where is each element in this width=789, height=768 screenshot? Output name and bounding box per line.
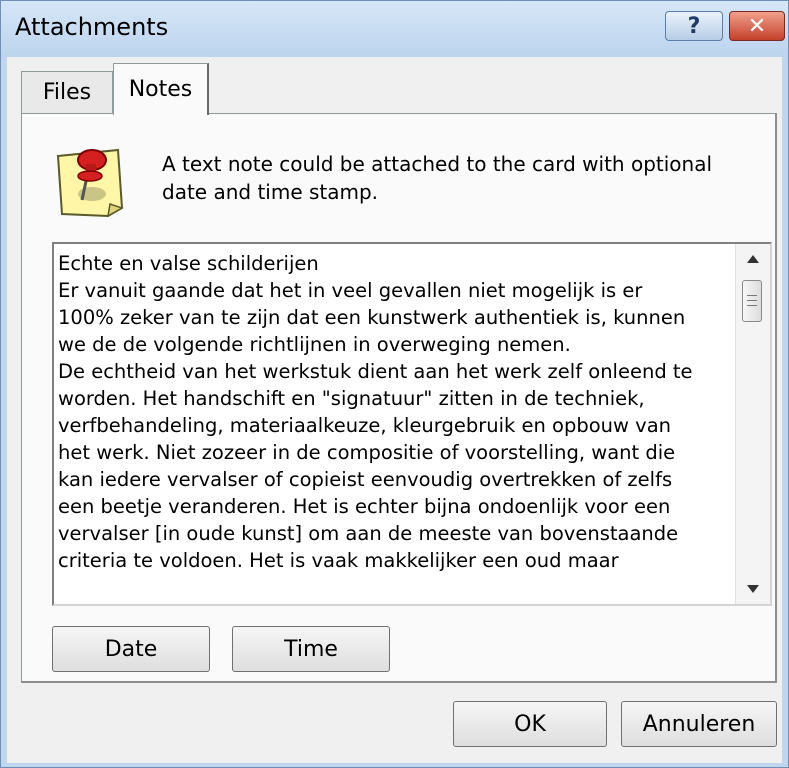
note-text[interactable]: Echte en valse schilderijen Er vanuit ga… [58, 250, 704, 574]
note-textarea[interactable]: Echte en valse schilderijen Er vanuit ga… [52, 242, 772, 606]
close-icon: ✕ [747, 13, 767, 39]
arrow-down-icon [747, 585, 759, 593]
scroll-up-button[interactable] [736, 244, 770, 274]
scroll-thumb[interactable] [742, 280, 762, 322]
notes-description: A text note could be attached to the car… [162, 152, 713, 204]
pinned-note-icon [56, 148, 124, 218]
date-button[interactable]: Date [52, 626, 210, 672]
note-line: Er vanuit gaande dat het in veel gevalle… [58, 279, 686, 356]
time-button[interactable]: Time [232, 626, 390, 672]
vertical-scrollbar[interactable] [735, 244, 770, 604]
title-bar[interactable]: Attachments ? ✕ [1, 1, 788, 57]
window-title: Attachments [15, 13, 169, 41]
tab-notes[interactable]: Notes [113, 63, 209, 115]
scroll-down-button[interactable] [736, 574, 770, 604]
close-button[interactable]: ✕ [729, 11, 785, 41]
note-line: Echte en valse schilderijen [58, 252, 319, 275]
help-icon: ? [687, 13, 701, 39]
dialog-body: Files Notes A text note could be attache… [7, 57, 782, 763]
cancel-button[interactable]: Annuleren [621, 701, 777, 747]
note-line: De echtheid van het werkstuk dient aan h… [58, 360, 693, 572]
attachments-window: Attachments ? ✕ Files Notes A text note … [0, 0, 789, 768]
arrow-up-icon [747, 255, 759, 263]
notes-tab-panel: A text note could be attached to the car… [21, 113, 777, 683]
ok-button[interactable]: OK [453, 701, 607, 747]
tab-files[interactable]: Files [21, 71, 113, 113]
help-button[interactable]: ? [665, 11, 723, 41]
